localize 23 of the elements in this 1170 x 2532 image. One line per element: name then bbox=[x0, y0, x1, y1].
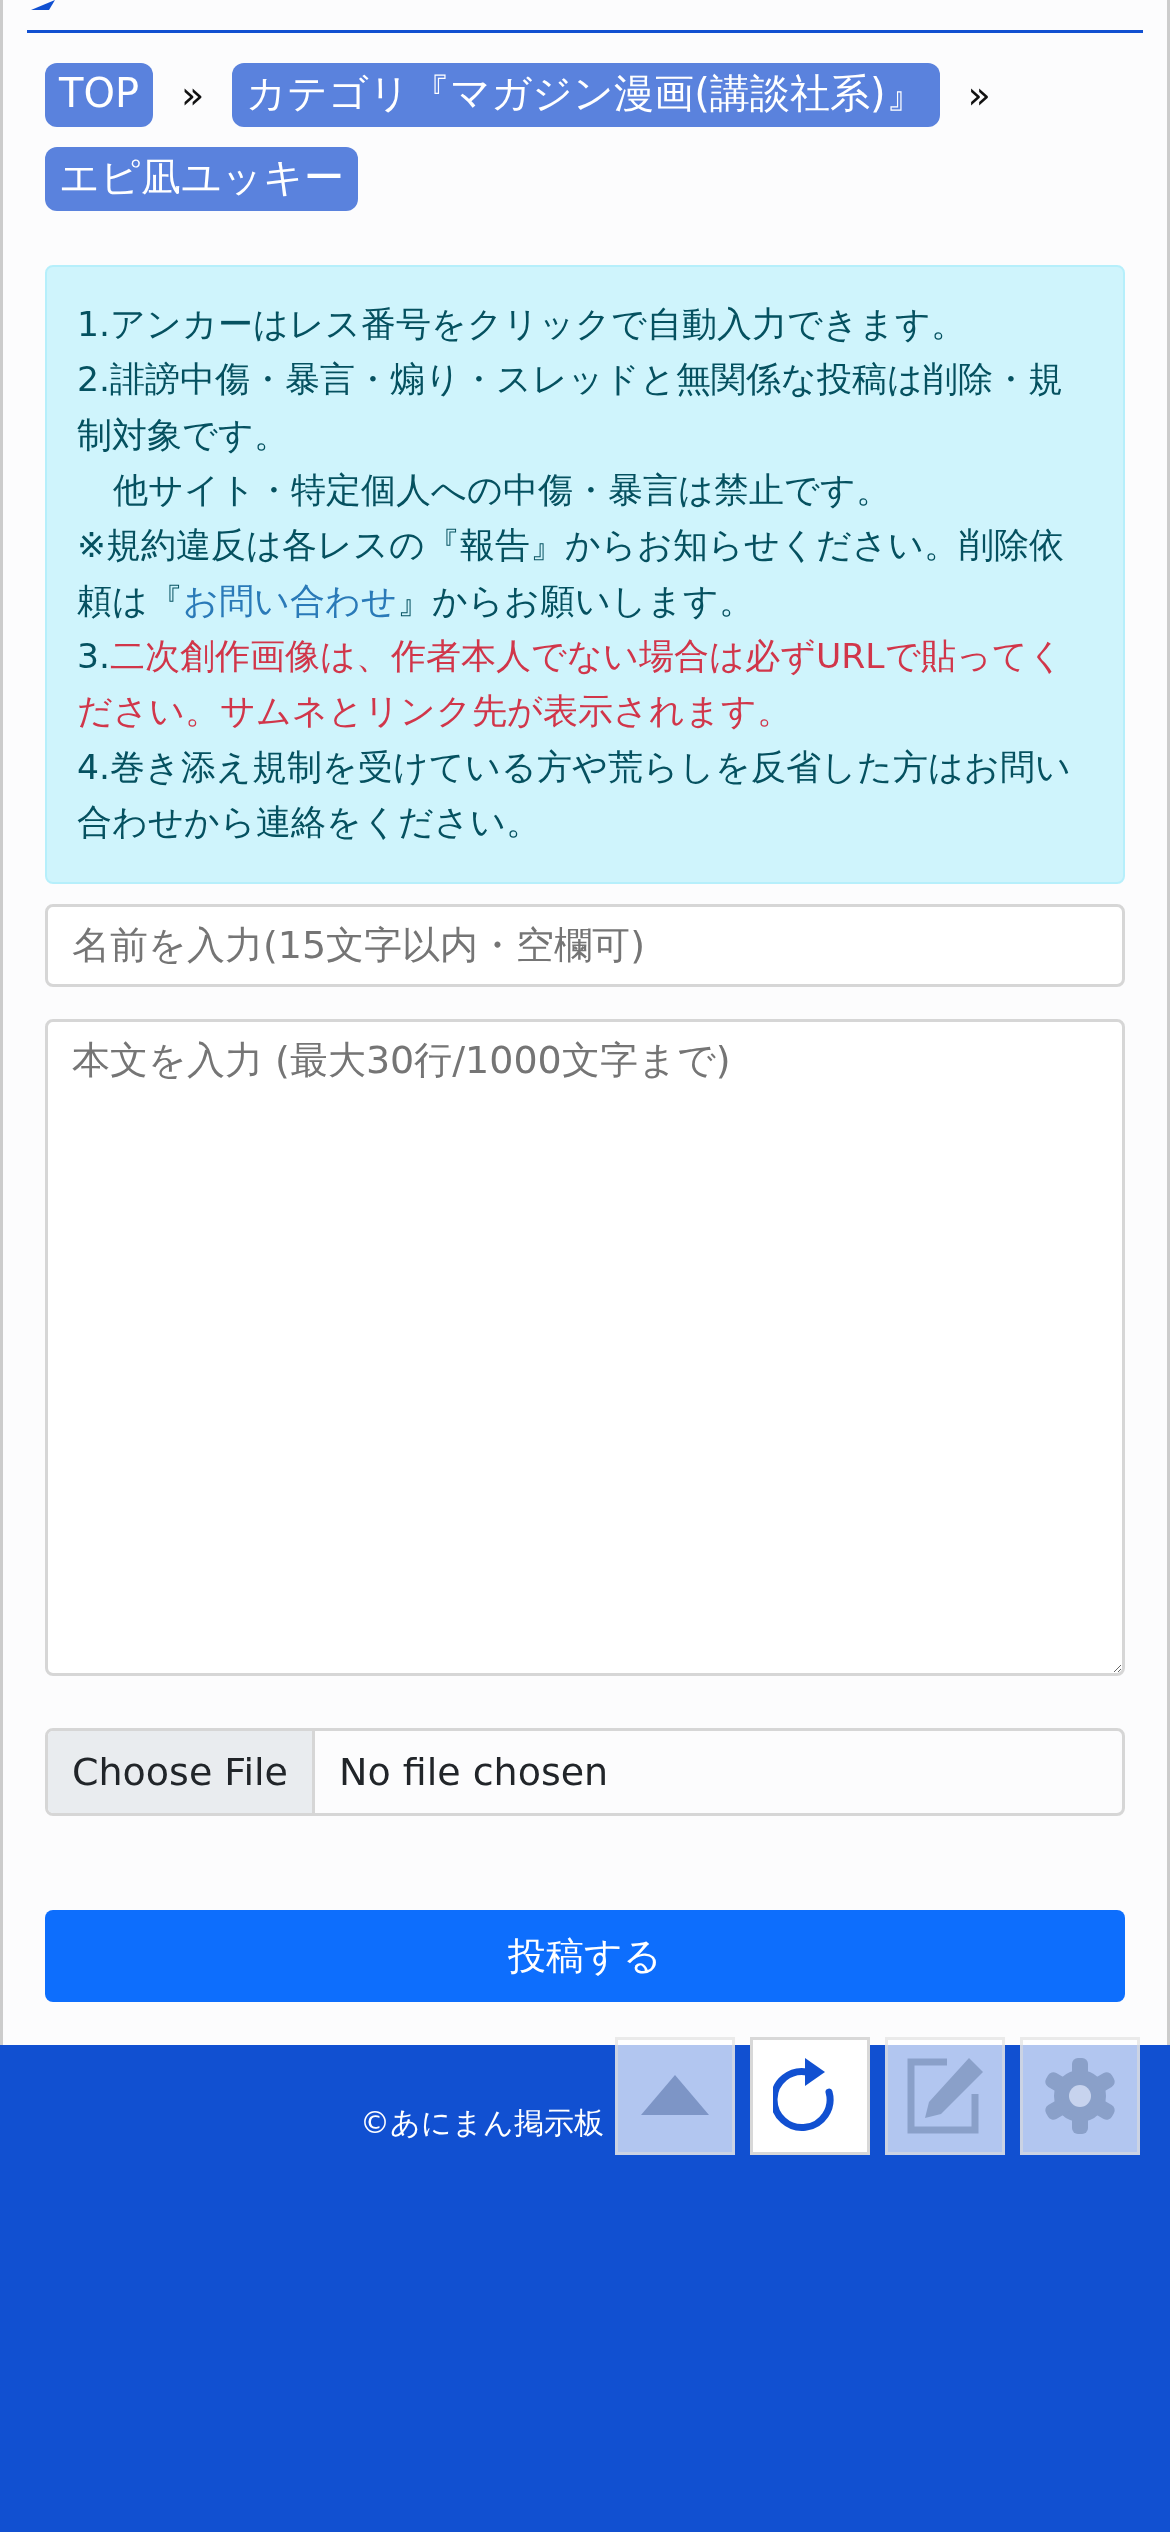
name-field[interactable]: 名前を入力(15文字以内・空欄可) bbox=[45, 904, 1125, 988]
notice-text: 2.誹謗中傷・暴言・煽り・スレッドと無関係な投稿は削除・規制対象です。 bbox=[77, 358, 1064, 457]
scroll-top-button[interactable] bbox=[615, 2037, 735, 2155]
file-input[interactable]: Choose File No file chosen bbox=[45, 1728, 1125, 1817]
reload-button[interactable] bbox=[750, 2037, 870, 2155]
notice-text: 3.二次創作画像は、作者本人でない場合は必ずURLで貼ってください。サムネとリンク先が表示されます。 bbox=[77, 635, 1065, 734]
copyright-text: ©あにまん掲示板 bbox=[360, 2104, 604, 2142]
notice-text: 他サイト・特定個人への中傷・暴言は禁止です。 bbox=[112, 469, 892, 513]
settings-button[interactable] bbox=[1020, 2037, 1140, 2155]
message-field[interactable]: 本文を入力 (最大30行/1000文字まで) bbox=[45, 1019, 1125, 1677]
notice-text: ※規約違反は各レスの『報告』からお知らせください。削除依頼は『お問い合わせ』からお願いします。 bbox=[77, 524, 1065, 623]
notice-text: 4.巻き添え規制を受けている方や荒らしを反省した方はお問い合わせから連絡をください。 bbox=[77, 745, 1072, 845]
logo-icon bbox=[31, 0, 55, 10]
edit-button[interactable] bbox=[885, 2037, 1005, 2155]
breadcrumb-link[interactable]: カテゴリ『マガジン漫画(講談社系)』 bbox=[232, 63, 940, 127]
breadcrumb-link[interactable]: TOP bbox=[45, 63, 154, 127]
breadcrumb-separator: » bbox=[967, 71, 991, 119]
breadcrumb-link[interactable]: エピ凪ユッキー bbox=[45, 147, 358, 211]
choose-file-button[interactable]: Choose File bbox=[48, 1731, 315, 1814]
breadcrumb-separator: » bbox=[181, 71, 205, 119]
post-button[interactable]: 投稿する bbox=[45, 1910, 1125, 2003]
notice-text: 1.アンカーはレス番号をクリックで自動入力できます。 bbox=[77, 303, 967, 346]
contact-link[interactable]: お問い合わせ bbox=[183, 580, 397, 621]
